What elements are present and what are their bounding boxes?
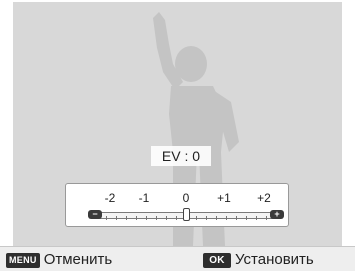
cancel-softkey[interactable]: MENU Отменить xyxy=(6,251,112,269)
ev-scale-label-plus-2: +2 xyxy=(257,191,271,205)
cancel-label: Отменить xyxy=(43,251,113,268)
ev-adjust-panel[interactable]: -2 -1 0 +1 +2 − + xyxy=(65,183,289,227)
ok-key-icon: OK xyxy=(203,252,231,268)
ev-value-label: EV : 0 xyxy=(151,146,211,166)
set-softkey[interactable]: OK Установить xyxy=(203,251,314,269)
plus-symbol: + xyxy=(274,209,280,219)
set-label: Установить xyxy=(235,251,314,268)
ev-slider-knob[interactable] xyxy=(183,208,190,221)
softkey-bar: MENU Отменить OK Установить xyxy=(0,246,355,271)
ev-slider[interactable]: − + xyxy=(88,208,284,221)
plus-icon[interactable]: + xyxy=(270,210,284,219)
menu-key-icon: MENU xyxy=(6,252,40,268)
minus-icon[interactable]: − xyxy=(88,210,102,219)
camera-screen: EV : 0 -2 -1 0 +1 +2 − + MENU Отменить O… xyxy=(0,0,355,271)
ev-scale-label-0: 0 xyxy=(182,191,190,205)
ev-scale-label-plus-1: +1 xyxy=(217,191,231,205)
minus-symbol: − xyxy=(92,209,98,219)
ev-scale-label-minus-2: -2 xyxy=(104,191,116,205)
ev-scale-label-minus-1: -1 xyxy=(138,191,150,205)
